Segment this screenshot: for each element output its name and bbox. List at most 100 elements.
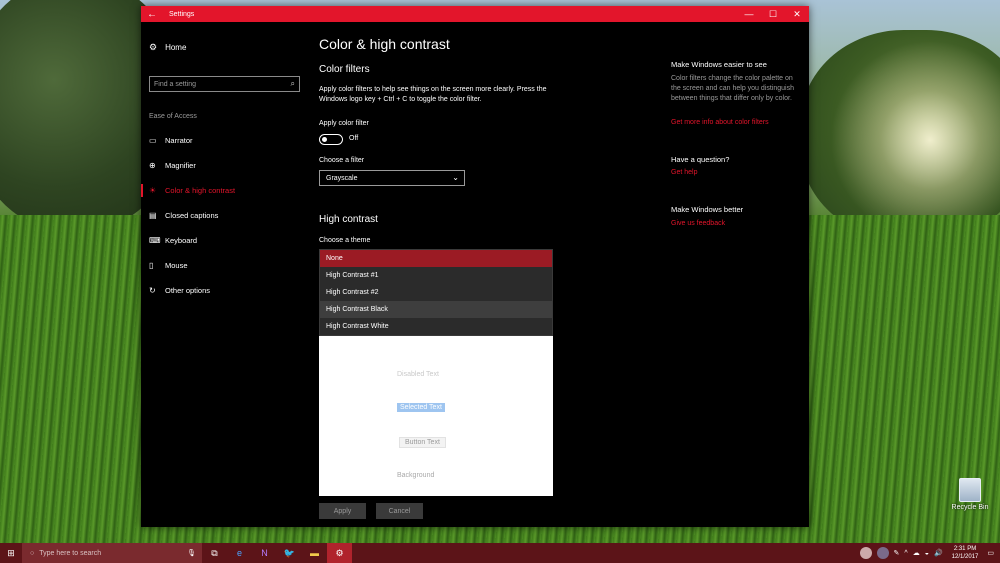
choose-filter-label: Choose a filter [319, 157, 365, 164]
section-label: Ease of Access [149, 113, 197, 120]
people-avatar-2[interactable] [876, 547, 889, 559]
get-help-link[interactable]: Get help [671, 169, 697, 176]
sidebar-item-label: Color & high contrast [165, 186, 236, 195]
mouse-icon: ▯ [149, 261, 154, 270]
sidebar-item[interactable]: ▯ Mouse [141, 253, 301, 278]
find-setting-input[interactable]: Find a setting ⌕ [149, 76, 300, 92]
theme-option[interactable]: High Contrast #1 [320, 267, 552, 284]
sidebar-item[interactable]: ⊕ Magnifier [141, 153, 301, 178]
window-title: Settings [169, 10, 195, 18]
cortana-icon: ○ [30, 549, 35, 557]
file-explorer-button[interactable]: ▬ [302, 543, 327, 563]
cloud-icon[interactable]: ☁ [913, 549, 920, 557]
taskbar: ⊞ ○ Type here to search 🎙 ⧉ e N 🐦 ▬ ⚙ ✎ … [0, 543, 1000, 563]
system-tray: ✎ ^ ☁ ◒ 🔊 2:31 PM 12/1/2017 ▭ [859, 545, 1000, 561]
twitter-app-button[interactable]: 🐦 [277, 543, 302, 563]
taskbar-search-box[interactable]: ○ Type here to search 🎙 [22, 543, 202, 563]
taskbar-search-placeholder: Type here to search [39, 549, 102, 557]
home-nav-item[interactable]: ⚙ Home [149, 42, 186, 53]
sidebar-item[interactable]: ☀ Color & high contrast [141, 178, 301, 203]
theme-option[interactable]: None [320, 250, 552, 267]
color-filters-info-link[interactable]: Get more info about color filters [671, 119, 769, 126]
onenote-icon: N [261, 548, 268, 558]
filter-select-value: Grayscale [326, 174, 358, 182]
recycle-bin-icon [959, 478, 981, 502]
edge-app-button[interactable]: e [227, 543, 252, 563]
sidebar-item-label: Magnifier [165, 161, 196, 170]
high-contrast-heading: High contrast [319, 214, 378, 225]
clock-time: 2:31 PM [953, 546, 977, 552]
chevron-up-icon[interactable]: ^ [904, 550, 907, 557]
sidebar-item[interactable]: ⌨ Keyboard [141, 228, 301, 253]
choose-theme-label: Choose a theme [319, 237, 371, 244]
feedback-link[interactable]: Give us feedback [671, 220, 725, 227]
better-heading: Make Windows better [671, 205, 744, 214]
theme-option[interactable]: High Contrast #2 [320, 284, 552, 301]
contrast-icon: ☀ [149, 186, 157, 195]
action-center-icon[interactable]: ▭ [987, 549, 994, 557]
home-label: Home [165, 43, 187, 52]
start-button[interactable]: ⊞ [0, 543, 22, 563]
color-filters-description: Apply color filters to help see things o… [319, 86, 547, 103]
main-content: Color & high contrast Color filters Appl… [319, 22, 649, 527]
minimize-button[interactable]: — [737, 6, 761, 22]
microphone-icon[interactable]: 🎙 [187, 549, 196, 557]
easier-heading: Make Windows easier to see [671, 60, 767, 69]
keyboard-icon: ⌨ [149, 236, 161, 245]
theme-option[interactable]: High Contrast White [320, 318, 552, 335]
preview-selected-text: Selected Text [397, 403, 445, 412]
clock-date: 12/1/2017 [951, 554, 979, 560]
sidebar-item[interactable]: ▤ Closed captions [141, 203, 301, 228]
twitter-icon: 🐦 [283, 547, 296, 558]
sidebar-item[interactable]: ▭ Narrator [141, 128, 301, 153]
search-placeholder: Find a setting [154, 80, 197, 88]
preview-disabled-text: Disabled Text [397, 371, 439, 378]
sidebar-nav-list: ▭ Narrator ⊕ Magnifier ☀ Color & high contras… [141, 128, 301, 303]
toggle-knob [322, 136, 327, 142]
pen-icon[interactable]: ✎ [894, 549, 900, 557]
apply-button[interactable]: Apply [319, 503, 366, 519]
onenote-app-button[interactable]: N [252, 543, 277, 563]
apply-filter-label: Apply color filter [319, 120, 369, 127]
title-bar[interactable]: ← Settings — ☐ ✕ [141, 6, 809, 22]
gear-icon: ⚙ [149, 42, 158, 52]
narrator-icon: ▭ [149, 136, 157, 145]
theme-preview: Disabled Text Selected Text Button Text … [319, 328, 553, 496]
easier-text: Color filters change the color palette o… [671, 75, 794, 102]
theme-option[interactable]: High Contrast Black [320, 301, 552, 318]
captions-icon: ▤ [149, 211, 157, 220]
cancel-button[interactable]: Cancel [376, 503, 423, 519]
color-filter-toggle[interactable] [319, 134, 343, 145]
preview-background-text: Background [397, 472, 435, 479]
search-icon[interactable]: ⌕ [291, 79, 295, 89]
clock[interactable]: 2:31 PM 12/1/2017 [952, 545, 979, 561]
people-avatar[interactable] [859, 547, 872, 559]
network-icon[interactable]: ◒ [925, 550, 929, 557]
sidebar-item-label: Closed captions [165, 211, 219, 220]
preview-button-text: Button Text [399, 437, 446, 448]
options-icon: ↻ [149, 286, 156, 295]
windows-logo-icon: ⊞ [7, 547, 15, 558]
theme-dropdown-list[interactable]: None High Contrast #1 High Contrast #2 High… [319, 249, 553, 336]
sidebar: ⚙ Home Find a setting ⌕ Ease of Access ▭… [141, 22, 301, 527]
folder-icon: ▬ [310, 548, 319, 558]
sidebar-item-label: Keyboard [165, 236, 198, 245]
close-button[interactable]: ✕ [785, 6, 809, 22]
sidebar-item[interactable]: ↻ Other options [141, 278, 301, 303]
chevron-down-icon: ⌄ [452, 173, 459, 182]
edge-icon: e [236, 548, 242, 558]
recycle-bin-label: Recycle Bin [951, 504, 989, 511]
volume-icon[interactable]: 🔊 [934, 549, 943, 557]
task-view-icon: ⧉ [211, 547, 218, 558]
maximize-button[interactable]: ☐ [761, 6, 785, 22]
filter-select[interactable]: Grayscale ⌄ [319, 170, 465, 186]
back-arrow-icon: ← [147, 8, 157, 20]
recycle-bin-shortcut[interactable]: Recycle Bin [948, 478, 992, 511]
color-filters-heading: Color filters [319, 64, 370, 75]
settings-window: ← Settings — ☐ ✕ ⚙ Home Find a setting ⌕… [141, 6, 809, 527]
question-heading: Have a question? [671, 155, 730, 164]
task-view-button[interactable]: ⧉ [202, 543, 227, 563]
magnifier-icon: ⊕ [149, 161, 156, 170]
settings-app-button[interactable]: ⚙ [327, 543, 352, 563]
back-button[interactable]: ← [141, 6, 163, 22]
